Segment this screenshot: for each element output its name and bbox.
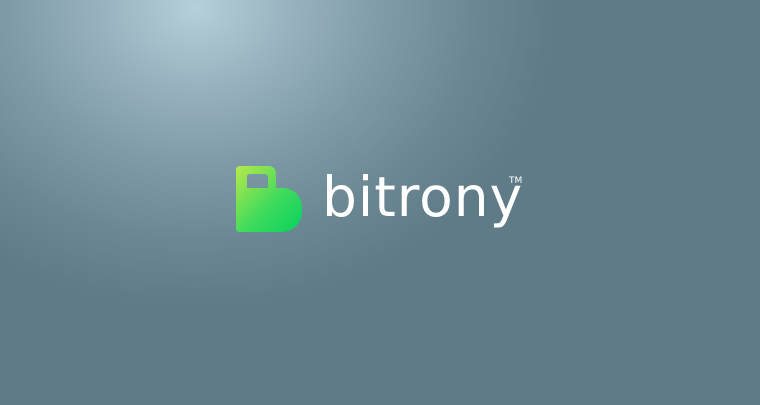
padlock-b-logo-icon — [236, 166, 302, 232]
brand-logo: bitrony TM — [236, 160, 536, 240]
trademark-symbol: TM — [509, 176, 523, 186]
brand-wordmark: bitrony — [322, 165, 524, 229]
